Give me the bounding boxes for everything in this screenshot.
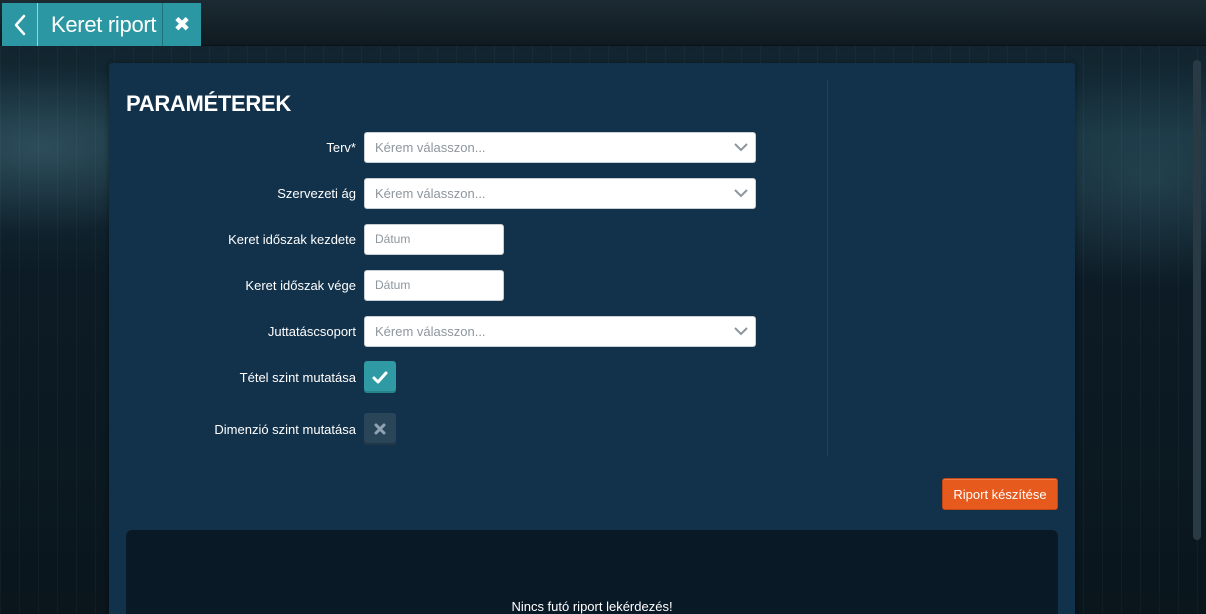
period-end-label: Keret időszak vége — [245, 277, 356, 293]
no-report-message: Nincs futó riport lekérdezés! — [511, 599, 673, 614]
item-level-label: Tétel szint mutatása — [239, 369, 356, 385]
szervezeti-ag-select[interactable]: Kérem válasszon... — [364, 177, 756, 209]
period-start-placeholder: Dátum — [375, 232, 411, 246]
terv-label: Terv* — [326, 139, 356, 155]
back-button[interactable] — [2, 3, 38, 46]
juttatascsoport-select-placeholder: Kérem válasszon... — [375, 323, 486, 339]
period-start-label: Keret időszak kezdete — [228, 231, 356, 247]
panel-divider — [827, 80, 828, 456]
page-scrollbar[interactable] — [1193, 60, 1201, 540]
report-tab: Keret riport ✖ — [2, 3, 201, 46]
szervezeti-ag-select-placeholder: Kérem válasszon... — [375, 185, 486, 201]
juttatascsoport-select[interactable]: Kérem válasszon... — [364, 315, 756, 347]
checkmark-icon — [372, 371, 388, 383]
dimension-level-checkbox[interactable] — [364, 413, 396, 445]
x-mark-icon — [374, 423, 386, 435]
period-end-placeholder: Dátum — [375, 278, 411, 292]
parameters-panel: PARAMÉTEREK Terv* Kérem válasszon... Sze… — [109, 63, 1075, 614]
terv-select[interactable]: Kérem válasszon... — [364, 131, 756, 163]
tab-title: Keret riport — [51, 11, 157, 37]
chevron-down-icon — [734, 326, 748, 335]
period-end-date-input[interactable]: Dátum — [364, 269, 504, 301]
top-bar: Keret riport ✖ — [0, 0, 1206, 46]
report-result-area: Nincs futó riport lekérdezés! — [126, 530, 1058, 614]
chevron-down-icon — [734, 188, 748, 197]
period-start-date-input[interactable]: Dátum — [364, 223, 504, 255]
terv-select-placeholder: Kérem válasszon... — [375, 139, 486, 155]
close-tab-button[interactable]: ✖ — [162, 3, 201, 46]
create-report-button[interactable]: Riport készítése — [942, 478, 1058, 510]
chevron-left-icon — [14, 14, 25, 35]
szervezeti-ag-label: Szervezeti ág — [277, 185, 356, 201]
juttatascsoport-label: Juttatáscsoport — [267, 323, 356, 339]
dimension-level-label: Dimenzió szint mutatása — [214, 421, 356, 437]
chevron-down-icon — [734, 142, 748, 151]
item-level-checkbox[interactable] — [364, 361, 396, 393]
panel-title: PARAMÉTEREK — [126, 91, 291, 116]
close-icon: ✖ — [173, 14, 191, 36]
